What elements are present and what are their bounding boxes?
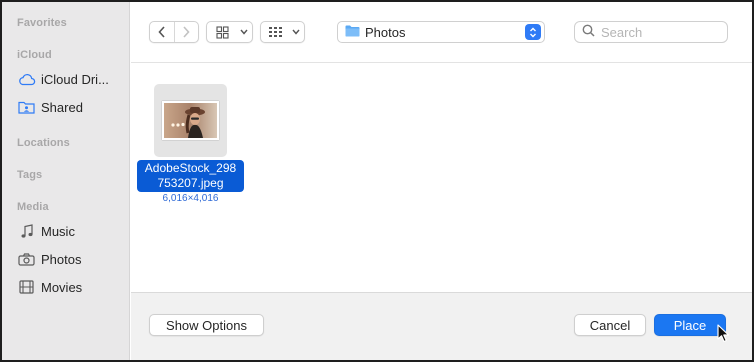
grid-view-icon (207, 22, 237, 42)
back-button[interactable] (150, 22, 174, 42)
sidebar: Favorites iCloud iCloud Dri... Shared Lo… (2, 2, 130, 360)
chevron-right-icon (183, 26, 190, 38)
mouse-pointer-icon (717, 324, 730, 348)
show-options-button[interactable]: Show Options (149, 314, 264, 336)
group-by-button[interactable] (260, 21, 305, 43)
search-icon (582, 24, 595, 40)
sidebar-item-label: Photos (41, 251, 82, 267)
up-down-chevron-icon (525, 24, 541, 40)
file-browser: AdobeStock_298 753207.jpeg 6,016×4,016 (131, 64, 752, 292)
location-label: Photos (365, 24, 406, 40)
sidebar-item-shared[interactable]: Shared (17, 96, 127, 118)
file-dimensions: 6,016×4,016 (162, 193, 219, 204)
file-thumbnail-frame[interactable] (154, 84, 227, 157)
sidebar-item-label: iCloud Dri... (41, 71, 109, 87)
dialog-footer: Show Options Cancel Place (131, 292, 752, 360)
sidebar-section-icloud: iCloud (17, 49, 52, 61)
location-popup[interactable]: Photos (337, 21, 545, 43)
sidebar-item-photos[interactable]: Photos (17, 248, 127, 270)
sidebar-item-icloud-drive[interactable]: iCloud Dri... (17, 68, 127, 90)
cloud-icon (17, 71, 36, 87)
sidebar-item-label: Music (41, 223, 75, 239)
film-icon (17, 279, 36, 295)
file-name-label[interactable]: AdobeStock_298 753207.jpeg (137, 160, 244, 192)
sidebar-section-favorites: Favorites (17, 17, 67, 29)
view-mode-button[interactable] (206, 21, 253, 43)
music-note-icon (17, 223, 36, 239)
forward-button[interactable] (175, 22, 199, 42)
sidebar-section-tags: Tags (17, 169, 43, 181)
sidebar-item-label: Movies (41, 279, 83, 295)
cancel-button[interactable]: Cancel (574, 314, 646, 336)
toolbar: Photos (131, 2, 752, 63)
chevron-left-icon (158, 26, 165, 38)
chevron-down-icon (237, 22, 251, 42)
camera-icon (17, 251, 36, 267)
sidebar-item-music[interactable]: Music (17, 220, 127, 242)
group-grid-icon (261, 22, 289, 42)
sidebar-section-locations: Locations (17, 137, 70, 149)
search-field[interactable] (574, 21, 728, 43)
place-button[interactable]: Place (654, 314, 726, 336)
sidebar-item-movies[interactable]: Movies (17, 276, 127, 298)
chevron-down-icon (289, 22, 303, 42)
nav-buttons (149, 21, 199, 43)
sidebar-section-media: Media (17, 201, 49, 213)
shared-folder-icon (17, 99, 36, 115)
sidebar-item-label: Shared (41, 99, 83, 115)
search-input[interactable] (601, 24, 721, 40)
file-thumbnail (162, 101, 219, 140)
open-dialog: Favorites iCloud iCloud Dri... Shared Lo… (0, 0, 754, 362)
folder-icon (345, 25, 360, 40)
